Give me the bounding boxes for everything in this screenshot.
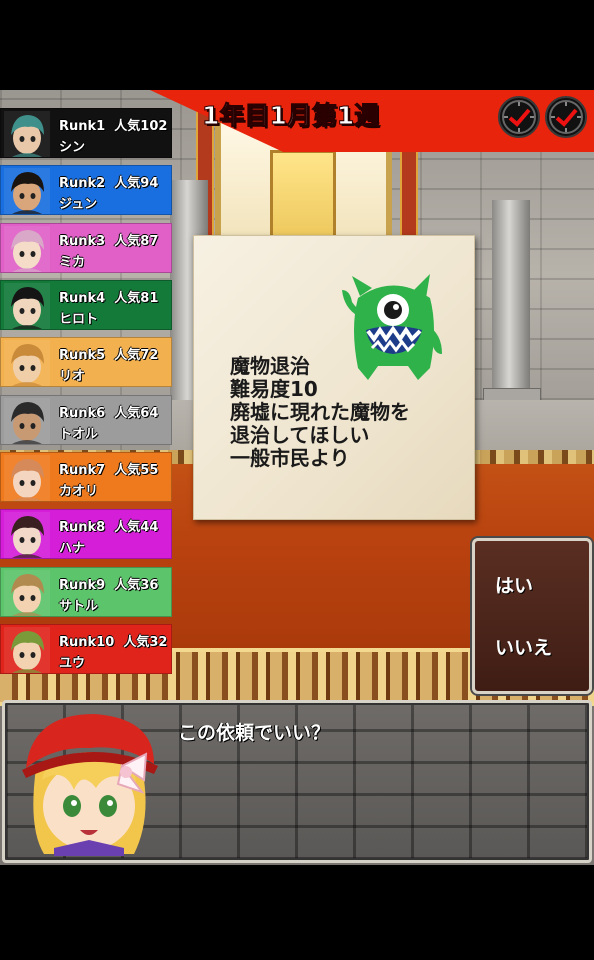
- quest-detail-line: 退治してほしい: [230, 423, 370, 447]
- rank-label: Runk6: [59, 406, 106, 421]
- game-screen: 1年目1月第1週 Runk1 人気102 シン Runk2 人気94 ジュン R…: [0, 90, 594, 865]
- ranking-item[interactable]: Runk3 人気87 ミカ: [0, 223, 172, 273]
- character-portrait: [4, 111, 50, 157]
- rank-label: Runk10: [59, 635, 115, 650]
- rank-label: Runk8: [59, 520, 106, 535]
- popularity-label: 人気32: [123, 635, 168, 650]
- character-name: カオリ: [59, 484, 99, 499]
- character-name: ユウ: [59, 656, 86, 671]
- popularity-label: 人気64: [114, 406, 159, 421]
- popularity-label: 人気72: [114, 348, 159, 363]
- character-name: トオル: [59, 427, 99, 442]
- background-pillar: [492, 200, 530, 410]
- ranking-item[interactable]: Runk10 人気32 ユウ: [0, 624, 172, 674]
- rank-label: Runk1: [59, 119, 106, 134]
- popularity-label: 人気81: [114, 291, 159, 306]
- character-portrait: [4, 455, 50, 501]
- character-name: ジュン: [59, 197, 98, 212]
- popularity-label: 人気55: [114, 463, 159, 478]
- quest-description: 魔物退治 難易度10 廃墟に現れた魔物を 退治してほしい 一般市民より: [230, 355, 410, 470]
- ranking-item[interactable]: Runk9 人気36 サトル: [0, 567, 172, 617]
- character-name: シン: [59, 140, 86, 155]
- quest-client: 一般市民より: [230, 446, 350, 470]
- rank-label: Runk9: [59, 578, 106, 593]
- popularity-label: 人気102: [114, 119, 168, 134]
- character-name: ヒロト: [59, 312, 99, 327]
- character-portrait: [4, 627, 50, 673]
- character-portrait: [4, 340, 50, 386]
- ranking-item[interactable]: Runk5 人気72 リオ: [0, 337, 172, 387]
- ranking-item[interactable]: Runk4 人気81 ヒロト: [0, 280, 172, 330]
- choice-menu: はい いいえ: [472, 538, 592, 694]
- no-button[interactable]: いいえ: [495, 633, 552, 660]
- character-portrait: [4, 168, 50, 214]
- character-portrait: [4, 570, 50, 616]
- rank-label: Runk3: [59, 234, 106, 249]
- character-name: ハナ: [59, 541, 86, 556]
- character-portrait: [4, 512, 50, 558]
- dialog-text: この依頼でいい？: [178, 722, 331, 744]
- ranking-item[interactable]: Runk6 人気64 トオル: [0, 395, 172, 445]
- quest-title: 魔物退治: [230, 354, 310, 378]
- clock-icon[interactable]: [498, 96, 540, 138]
- character-name: サトル: [59, 599, 99, 614]
- rank-label: Runk5: [59, 348, 106, 363]
- speaker-avatar: [22, 714, 158, 856]
- rank-label: Runk4: [59, 291, 106, 306]
- character-portrait: [4, 283, 50, 329]
- popularity-label: 人気36: [114, 578, 159, 593]
- character-portrait: [4, 226, 50, 272]
- clock-icon[interactable]: [545, 96, 587, 138]
- character-name: リオ: [59, 369, 86, 384]
- yes-button[interactable]: はい: [495, 571, 533, 598]
- popularity-label: 人気87: [114, 234, 159, 249]
- popularity-label: 人気94: [114, 176, 159, 191]
- quest-detail-line: 廃墟に現れた魔物を: [230, 400, 410, 424]
- ranking-item[interactable]: Runk8 人気44 ハナ: [0, 509, 172, 559]
- popularity-label: 人気44: [114, 520, 159, 535]
- character-name: ミカ: [59, 255, 86, 270]
- rank-label: Runk7: [59, 463, 106, 478]
- quest-difficulty: 難易度10: [230, 377, 318, 401]
- ranking-item[interactable]: Runk7 人気55 カオリ: [0, 452, 172, 502]
- character-portrait: [4, 398, 50, 444]
- rank-label: Runk2: [59, 176, 106, 191]
- date-label: 1年目1月第1週: [201, 101, 380, 131]
- ranking-item[interactable]: Runk1 人気102 シン: [0, 108, 172, 158]
- ranking-item[interactable]: Runk2 人気94 ジュン: [0, 165, 172, 215]
